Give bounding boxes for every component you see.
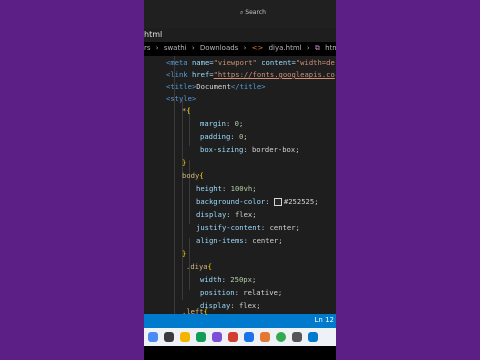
code-line-19: position: relative; bbox=[200, 288, 283, 297]
search-label: Search bbox=[245, 9, 266, 16]
code-line-5: *{ bbox=[182, 106, 191, 115]
code-line-8: box-sizing: border-box; bbox=[200, 145, 300, 154]
element-icon: ⧉ bbox=[314, 44, 320, 52]
search-box[interactable]: ⌕ Search bbox=[240, 9, 266, 17]
status-bar: .left{ Ln 12 bbox=[144, 307, 336, 328]
cursor-position[interactable]: Ln 12 bbox=[315, 316, 334, 324]
frame-bottom bbox=[144, 346, 336, 360]
html-file-icon: <> bbox=[251, 44, 264, 52]
chevron-right-icon: › bbox=[155, 44, 159, 52]
code-line-15: align-items: center; bbox=[196, 236, 283, 245]
code-line-20: display: flex; bbox=[200, 301, 261, 310]
breadcrumb-item-user[interactable]: swathi bbox=[164, 44, 187, 52]
tab-strip: html bbox=[144, 28, 336, 42]
color-swatch-icon[interactable] bbox=[273, 197, 282, 206]
taskbar bbox=[144, 328, 336, 346]
code-line-10: body{ bbox=[182, 171, 204, 180]
code-line-14: justify-content: center; bbox=[196, 223, 300, 232]
breadcrumb-item-downloads[interactable]: Downloads bbox=[200, 44, 238, 52]
app-icon[interactable] bbox=[196, 332, 206, 342]
code-line-12: background-color: #252525; bbox=[196, 197, 319, 206]
tab-html[interactable]: html bbox=[144, 30, 162, 39]
chevron-right-icon: › bbox=[306, 44, 310, 52]
chrome-icon[interactable] bbox=[276, 332, 286, 342]
chevron-right-icon: › bbox=[243, 44, 247, 52]
code-line-9: } bbox=[182, 158, 187, 167]
breadcrumb-item-html[interactable]: html bbox=[325, 44, 336, 52]
code-line-16: } bbox=[182, 249, 187, 258]
code-line-11: height: 100vh; bbox=[196, 184, 257, 193]
breadcrumb: rs › swathi › Downloads › <> diya.html ›… bbox=[144, 44, 336, 56]
code-line-6: margin: 0; bbox=[200, 119, 244, 128]
search-icon: ⌕ bbox=[240, 9, 244, 16]
app-icon[interactable] bbox=[228, 332, 238, 342]
start-icon[interactable] bbox=[148, 332, 158, 342]
code-line-13: display: flex; bbox=[196, 210, 257, 219]
video-frame: ⌕ Search html rs › swathi › Downloads › … bbox=[144, 0, 336, 360]
breadcrumb-item-file[interactable]: diya.html bbox=[269, 44, 302, 52]
app-icon[interactable] bbox=[292, 332, 302, 342]
code-line-7: padding: 0; bbox=[200, 132, 248, 141]
app-icon[interactable] bbox=[164, 332, 174, 342]
breadcrumb-item-users[interactable]: rs bbox=[144, 44, 151, 52]
app-icon[interactable] bbox=[260, 332, 270, 342]
app-icon[interactable] bbox=[180, 332, 190, 342]
title-bar: ⌕ Search bbox=[144, 0, 336, 28]
code-line-23: .left{ bbox=[182, 307, 208, 316]
vscode-icon[interactable] bbox=[308, 332, 318, 342]
app-icon[interactable] bbox=[244, 332, 254, 342]
code-editor[interactable]: <meta name="viewport" content="width=de … bbox=[144, 56, 336, 314]
app-icon[interactable] bbox=[212, 332, 222, 342]
code-line-18: width: 250px; bbox=[200, 275, 257, 284]
code-line-17: .diya{ bbox=[186, 262, 212, 271]
chevron-right-icon: › bbox=[191, 44, 195, 52]
